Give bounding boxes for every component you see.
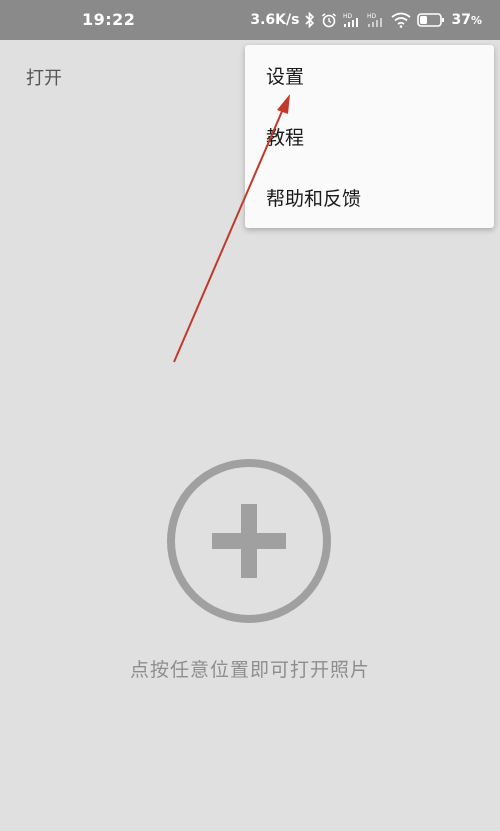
- status-icons: 3.6K/s HD HD 37%: [250, 9, 482, 31]
- overflow-menu: 设置 教程 帮助和反馈: [245, 45, 494, 228]
- battery-percent: 37%: [451, 12, 482, 28]
- alarm-icon: [321, 12, 337, 28]
- add-circle-icon[interactable]: [166, 458, 332, 628]
- status-bar: 19:22 3.6K/s HD HD 37%: [0, 0, 500, 40]
- menu-item-tutorial[interactable]: 教程: [245, 106, 494, 167]
- open-button[interactable]: 打开: [26, 64, 62, 90]
- wifi-icon: [391, 12, 412, 28]
- status-time: 19:22: [82, 10, 136, 29]
- svg-text:HD: HD: [367, 13, 377, 20]
- hd-signal-icon: HD: [343, 12, 361, 28]
- open-photo-hint: 点按任意位置即可打开照片: [129, 659, 370, 681]
- bluetooth-icon: [305, 12, 315, 28]
- hd-signal-icon: HD: [367, 12, 385, 28]
- network-speed: 3.6K/s: [250, 12, 300, 28]
- svg-text:HD: HD: [343, 13, 353, 20]
- menu-item-settings[interactable]: 设置: [245, 45, 494, 106]
- battery-icon: [417, 12, 445, 28]
- menu-item-help-feedback[interactable]: 帮助和反馈: [245, 167, 494, 228]
